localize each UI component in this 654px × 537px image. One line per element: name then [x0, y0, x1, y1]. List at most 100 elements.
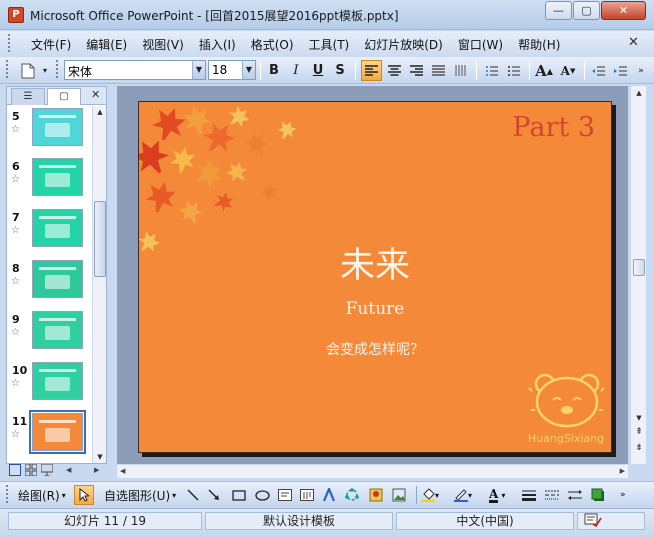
font-color-button[interactable]: A ▾ [489, 485, 517, 505]
draw-menu-button[interactable]: 绘图(R) ▾ [18, 485, 66, 505]
vertical-textbox-button[interactable] [300, 485, 318, 505]
design-template-name[interactable]: 默认设计模板 [205, 512, 393, 530]
toolbar-options-icon[interactable]: » [620, 485, 634, 505]
menu-item[interactable]: 格式(O) [244, 34, 302, 55]
slide-thumbnail-row[interactable]: 10 ☆ [7, 360, 91, 406]
shadow-style-button[interactable] [591, 485, 609, 505]
font-name-select[interactable]: 宋体 ▼ [64, 60, 206, 80]
scroll-down-icon[interactable]: ▼ [633, 412, 645, 424]
slide-sorter-view-icon[interactable] [24, 463, 38, 477]
scroll-up-icon[interactable]: ▲ [94, 106, 106, 118]
powerpoint-app-icon[interactable]: P [8, 7, 24, 23]
menu-item[interactable]: 编辑(E) [79, 34, 135, 55]
slide-thumbnail[interactable] [32, 362, 83, 400]
tab-slides[interactable]: ▢ [47, 88, 81, 105]
scroll-up-icon[interactable]: ▲ [633, 87, 645, 99]
slide-thumbnail-row[interactable]: 9 ☆ [7, 309, 91, 355]
slide-show-view-icon[interactable] [40, 463, 54, 477]
clip-art-button[interactable] [369, 485, 387, 505]
new-slide-icon[interactable] [16, 60, 40, 81]
current-slide[interactable]: Part 3 未来 Future 会变成怎样呢？ HuangSixiang [138, 101, 612, 453]
decrease-indent-button[interactable] [588, 60, 609, 81]
slide-thumbnail[interactable] [32, 260, 83, 298]
oval-tool-button[interactable] [255, 485, 273, 505]
slide-title[interactable]: 未来 [139, 237, 611, 288]
diagram-button[interactable] [345, 485, 363, 505]
thumbnail-scrollbar[interactable]: ▲ ▼ [92, 106, 106, 463]
slide-part-label[interactable]: Part 3 [512, 112, 595, 143]
scroll-thumb[interactable] [94, 201, 106, 277]
toolbar-grip-icon[interactable] [6, 485, 10, 503]
increase-indent-button[interactable] [610, 60, 631, 81]
menu-item[interactable]: 窗口(W) [451, 34, 511, 55]
rectangle-tool-button[interactable] [232, 485, 250, 505]
scroll-right-icon[interactable]: ▶ [94, 466, 99, 474]
new-dropdown-icon[interactable]: ▾ [40, 60, 50, 81]
previous-slide-icon[interactable]: ⇞ [633, 426, 645, 438]
font-size-select[interactable]: 18 ▼ [208, 60, 256, 80]
decrease-font-size-button[interactable]: A ▼ [557, 60, 579, 81]
scroll-down-icon[interactable]: ▼ [94, 451, 106, 463]
toolbar-grip-icon[interactable] [6, 60, 10, 78]
increase-font-size-button[interactable]: A ▲ [533, 60, 555, 81]
textbox-tool-button[interactable] [278, 485, 296, 505]
slide-thumbnail-row[interactable]: 8 ☆ [7, 258, 91, 304]
bold-button[interactable]: B [264, 60, 284, 81]
normal-view-icon[interactable] [9, 464, 21, 476]
chevron-down-icon[interactable]: ▼ [192, 61, 205, 79]
arrow-style-button[interactable] [568, 485, 586, 505]
menu-item[interactable]: 幻灯片放映(D) [357, 34, 451, 55]
line-color-button[interactable]: ▾ [454, 485, 482, 505]
menu-item[interactable]: 帮助(H) [511, 34, 568, 55]
chevron-down-icon[interactable]: ▼ [242, 61, 255, 79]
insert-picture-button[interactable] [392, 485, 410, 505]
document-close-icon[interactable]: ✕ [628, 35, 639, 50]
underline-button[interactable]: U [308, 60, 328, 81]
horizontal-scrollbar[interactable]: ◀ ▶ [117, 464, 628, 478]
spell-check-status[interactable] [577, 512, 645, 530]
justify-button[interactable] [428, 60, 449, 81]
close-window-button[interactable]: ✕ [601, 1, 646, 20]
tab-outline[interactable]: ☰ [11, 88, 45, 105]
scroll-right-icon[interactable]: ▶ [620, 467, 625, 475]
pane-close-icon[interactable]: ✕ [91, 88, 100, 101]
menu-item[interactable]: 工具(T) [302, 34, 358, 55]
scroll-left-icon[interactable]: ◀ [66, 466, 71, 474]
fill-color-button[interactable]: ▾ [421, 485, 449, 505]
next-slide-icon[interactable]: ⇟ [633, 442, 645, 454]
menu-item[interactable]: 插入(I) [192, 34, 244, 55]
numbering-button[interactable] [481, 60, 502, 81]
menu-item[interactable]: 视图(V) [135, 34, 192, 55]
align-left-button[interactable] [361, 60, 382, 81]
slide-thumbnail[interactable] [32, 108, 83, 146]
slide-thumbnail-row[interactable]: 5 ☆ [7, 106, 91, 152]
slide-subtitle[interactable]: Future [139, 299, 611, 319]
wordart-button[interactable] [322, 485, 340, 505]
slide-thumbnail[interactable] [32, 209, 83, 247]
align-center-button[interactable] [384, 60, 405, 81]
slide-caption[interactable]: 会变成怎样呢？ [139, 339, 611, 359]
select-objects-button[interactable] [74, 485, 94, 505]
line-tool-button[interactable] [187, 485, 203, 505]
arrow-tool-button[interactable] [208, 485, 224, 505]
italic-button[interactable]: I [286, 60, 306, 81]
maximize-button[interactable]: ▢ [573, 1, 600, 20]
menu-grip-icon[interactable] [8, 34, 12, 52]
slide-thumbnail-row[interactable]: 6 ☆ [7, 156, 91, 202]
slide-scrollbar[interactable]: ▲ ▼ ⇞ ⇟ [630, 86, 646, 464]
slide-thumbnail[interactable] [32, 158, 83, 196]
autoshapes-menu-button[interactable]: 自选图形(U) ▾ [104, 485, 176, 505]
menu-item[interactable]: 文件(F) [24, 34, 79, 55]
line-style-button[interactable] [522, 485, 540, 505]
minimize-button[interactable]: — [545, 1, 572, 20]
slide-thumbnail[interactable] [29, 410, 86, 454]
slide-thumbnail-row[interactable]: 7 ☆ [7, 207, 91, 253]
text-shadow-button[interactable]: S [330, 60, 350, 81]
slide-thumbnail-row[interactable]: 11 ☆ [7, 410, 91, 457]
scroll-left-icon[interactable]: ◀ [120, 467, 125, 475]
text-direction-button[interactable] [450, 60, 471, 81]
dash-style-button[interactable] [545, 485, 563, 505]
scroll-thumb[interactable] [633, 259, 645, 276]
language-indicator[interactable]: 中文(中国) [396, 512, 574, 530]
toolbar-grip-icon[interactable] [56, 60, 60, 78]
